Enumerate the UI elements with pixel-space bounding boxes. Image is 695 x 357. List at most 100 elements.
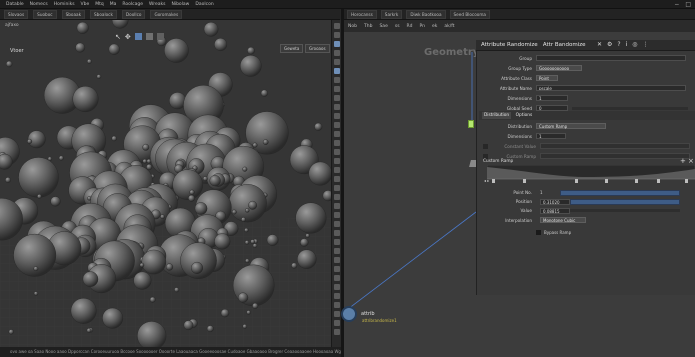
remove-point-icon[interactable]: × [688,157,694,165]
dist-dimensions-field[interactable]: 1 [536,133,566,139]
position-field[interactable]: 0.31020 [540,198,570,205]
display-mode-icon[interactable] [134,33,142,40]
point-number-slider[interactable] [560,189,680,196]
tool-icon[interactable] [334,320,340,326]
more-icon[interactable]: ⋮ [643,41,649,48]
tool-icon[interactable] [334,167,340,173]
tool-icon[interactable] [334,113,340,119]
tab[interactable]: Horocanss [347,9,377,19]
tool-icon[interactable] [334,158,340,164]
shading-icon[interactable] [156,33,164,40]
menu-item[interactable]: Hominiks [54,2,75,7]
tool-icon[interactable] [334,68,340,74]
tool-icon[interactable] [334,284,340,290]
tool-icon[interactable] [334,185,340,191]
close-icon[interactable]: ✕ [597,41,602,48]
point-number-value[interactable]: 1 [540,190,560,195]
tab[interactable]: Diwk Baotkooa [406,9,446,19]
dimensions-field[interactable]: 1 [536,95,568,101]
tab-distribution[interactable]: Distribution [482,112,512,119]
tab[interactable]: Sarkrk [380,9,403,19]
tool-icon[interactable] [334,140,340,146]
maximize-icon[interactable]: □ [685,1,691,8]
tool-icon[interactable] [334,59,340,65]
menu-item[interactable]: Nomecs [30,2,48,7]
seed-slider[interactable] [572,106,688,110]
tool-icon[interactable] [334,293,340,299]
toolbar-item[interactable]: ak/ft [444,24,454,29]
tool-icon[interactable] [334,275,340,281]
select-arrow-icon[interactable]: ↖ [115,33,121,41]
tab[interactable]: Slovaos [4,9,29,19]
node-name[interactable]: attrib [361,311,375,317]
menu-item[interactable]: Datable [6,2,24,7]
display-chip[interactable]: Grooaos [305,44,330,53]
menu-item[interactable]: Ma [110,2,117,7]
tool-icon[interactable] [334,194,340,200]
toolbar-item[interactable]: ss [395,24,400,29]
tool-icon[interactable] [334,149,340,155]
constant-value-field[interactable] [540,143,690,149]
tool-icon[interactable] [334,122,340,128]
position-slider[interactable] [570,198,680,205]
tool-icon[interactable] [334,221,340,227]
bypass-checkbox[interactable] [536,229,541,235]
tool-icon[interactable] [334,239,340,245]
add-point-icon[interactable]: + [680,157,686,165]
menu-item[interactable]: Daolcon [195,2,213,7]
tool-icon[interactable] [334,104,340,110]
toolbar-item[interactable]: Rd [407,24,413,29]
menu-item[interactable]: Wreaks [149,2,165,7]
tool-icon[interactable] [334,50,340,56]
group-field[interactable] [536,55,686,61]
tool-icon[interactable] [334,32,340,38]
tool-icon[interactable] [334,230,340,236]
attribrandomize-node[interactable] [341,306,357,322]
tool-icon[interactable] [334,203,340,209]
minimize-icon[interactable]: − [674,1,679,8]
menu-item[interactable]: Mtq [95,2,104,7]
info-icon[interactable]: i [626,41,628,48]
toolbar-item[interactable]: Nob [348,24,357,29]
tab[interactable]: Sboalock [90,9,117,19]
custom-ramp-field[interactable] [540,153,690,159]
attribute-class-dropdown[interactable]: Point [536,75,558,81]
tool-icon[interactable] [334,302,340,308]
value-slider[interactable] [570,209,680,212]
tab[interactable]: Goromakes [150,9,183,19]
interpolation-dropdown[interactable]: Monotone Cubic [540,217,586,223]
ramp-editor[interactable] [486,164,695,185]
tool-icon[interactable] [334,266,340,272]
toolbar-item[interactable]: Thb [364,24,372,29]
distribution-dropdown[interactable]: Custom Ramp [536,123,606,129]
toolbar-item[interactable]: ek [432,24,437,29]
viewer-path[interactable]: ajfaxo [5,23,19,28]
menu-item[interactable]: Roolcage [122,2,143,7]
tab[interactable]: Suoboc [33,9,57,19]
value-field[interactable]: 0.08815 [540,207,570,214]
tab-options[interactable]: Options [516,113,533,118]
menu-item[interactable]: Nibolaw [171,2,189,7]
tool-icon[interactable] [334,95,340,101]
tool-icon[interactable] [334,311,340,317]
tool-icon[interactable] [334,257,340,263]
tab[interactable]: Seed Blocooma [449,9,490,19]
tool-icon[interactable] [334,23,340,29]
toolbar-item[interactable]: Sae [379,24,387,29]
tool-icon[interactable] [334,86,340,92]
tool-icon[interactable] [334,329,340,335]
tool-icon[interactable] [334,41,340,47]
menu-item[interactable]: Vbe [81,2,90,7]
tool-icon[interactable] [334,248,340,254]
tool-icon[interactable] [334,212,340,218]
tool-icon[interactable] [334,176,340,182]
attribute-name-field[interactable]: pscale [536,85,686,91]
scene-viewport[interactable] [0,20,331,350]
display-chip[interactable]: Geweta [280,44,304,53]
wireframe-icon[interactable] [145,33,153,40]
pin-icon[interactable]: ◎ [632,41,637,48]
node-name-label[interactable]: Attr Bandomize [543,42,586,48]
transform-icon[interactable]: ✥ [125,33,131,41]
help-icon[interactable]: ? [617,41,620,48]
tab[interactable]: Sboaak [61,9,86,19]
